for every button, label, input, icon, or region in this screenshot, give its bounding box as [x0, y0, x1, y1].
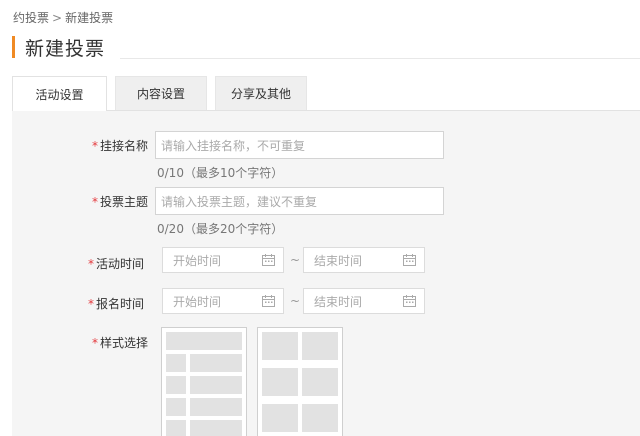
signup-start-placeholder: 开始时间 — [173, 294, 222, 309]
style-preview-block — [302, 332, 338, 360]
style-preview-block — [262, 332, 298, 360]
vote-subject-label-text: 投票主题 — [100, 195, 149, 209]
vote-subject-placeholder: 请输入投票主题，建议不重复 — [161, 194, 318, 209]
activity-start-placeholder: 开始时间 — [173, 253, 222, 268]
activity-start-time-input[interactable]: 开始时间 — [162, 247, 284, 273]
style-select-label-text: 样式选择 — [100, 336, 149, 350]
mount-name-hint: 0/10（最多10个字符） — [157, 166, 284, 180]
activity-time-label-text: 活动时间 — [96, 257, 145, 271]
breadcrumb: 约投票 > 新建投票 — [13, 9, 113, 26]
required-mark: * — [92, 195, 98, 209]
style-preview-block — [166, 398, 186, 416]
activity-end-placeholder: 结束时间 — [314, 253, 363, 268]
mount-name-placeholder: 请输入挂接名称，不可重复 — [161, 138, 306, 153]
style-preview-block — [262, 368, 298, 396]
settings-panel: * 挂接名称 请输入挂接名称，不可重复 0/10（最多10个字符） * 投票主题 请… — [12, 110, 640, 436]
style-preview-block — [190, 354, 242, 372]
activity-time-separator: ~ — [290, 253, 301, 267]
calendar-icon[interactable] — [403, 295, 416, 307]
style-preview-block — [166, 332, 242, 350]
style-preview-block — [302, 368, 338, 396]
required-mark: * — [92, 139, 98, 153]
title-accent-bar — [12, 36, 15, 58]
mount-name-label-text: 挂接名称 — [100, 139, 149, 153]
vote-subject-hint: 0/20（最多20个字符） — [157, 222, 284, 236]
style-preview-block — [302, 404, 338, 432]
signup-time-label: * 报名时间 — [88, 295, 144, 312]
vote-subject-input[interactable]: 请输入投票主题，建议不重复 — [155, 187, 444, 215]
activity-time-label: * 活动时间 — [88, 255, 144, 272]
tab-bar: 活动设置 内容设置 分享及其他 — [12, 76, 315, 111]
signup-start-time-input[interactable]: 开始时间 — [162, 288, 284, 314]
tab-share-other[interactable]: 分享及其他 — [215, 76, 307, 110]
calendar-icon[interactable] — [403, 254, 416, 266]
required-mark: * — [88, 257, 94, 271]
signup-time-separator: ~ — [290, 294, 301, 308]
style-option-list[interactable] — [161, 327, 247, 436]
mount-name-input[interactable]: 请输入挂接名称，不可重复 — [155, 131, 444, 159]
required-mark: * — [92, 336, 98, 350]
tab-activity-settings[interactable]: 活动设置 — [12, 76, 107, 111]
style-preview-block — [166, 354, 186, 372]
style-option-grid[interactable] — [257, 327, 343, 436]
signup-end-time-input[interactable]: 结束时间 — [303, 288, 425, 314]
breadcrumb-separator: > — [52, 11, 63, 25]
signup-end-placeholder: 结束时间 — [314, 294, 363, 309]
activity-end-time-input[interactable]: 结束时间 — [303, 247, 425, 273]
signup-time-label-text: 报名时间 — [96, 297, 145, 311]
style-preview-block — [190, 376, 242, 394]
vote-subject-label: * 投票主题 — [92, 193, 148, 210]
page-title: 新建投票 — [25, 37, 106, 60]
page-title-row: 新建投票 — [12, 36, 106, 60]
calendar-icon[interactable] — [262, 254, 275, 266]
breadcrumb-current: 新建投票 — [65, 11, 114, 25]
required-mark: * — [88, 297, 94, 311]
style-preview-block — [190, 398, 242, 416]
style-preview-block — [166, 376, 186, 394]
calendar-icon[interactable] — [262, 295, 275, 307]
mount-name-label: * 挂接名称 — [92, 137, 148, 154]
style-preview-block — [166, 420, 186, 436]
title-divider — [120, 58, 640, 59]
style-preview-block — [262, 404, 298, 432]
breadcrumb-parent-link[interactable]: 约投票 — [13, 9, 49, 26]
style-select-label: * 样式选择 — [92, 334, 148, 351]
style-preview-block — [190, 420, 242, 436]
tab-content-settings[interactable]: 内容设置 — [115, 76, 207, 110]
